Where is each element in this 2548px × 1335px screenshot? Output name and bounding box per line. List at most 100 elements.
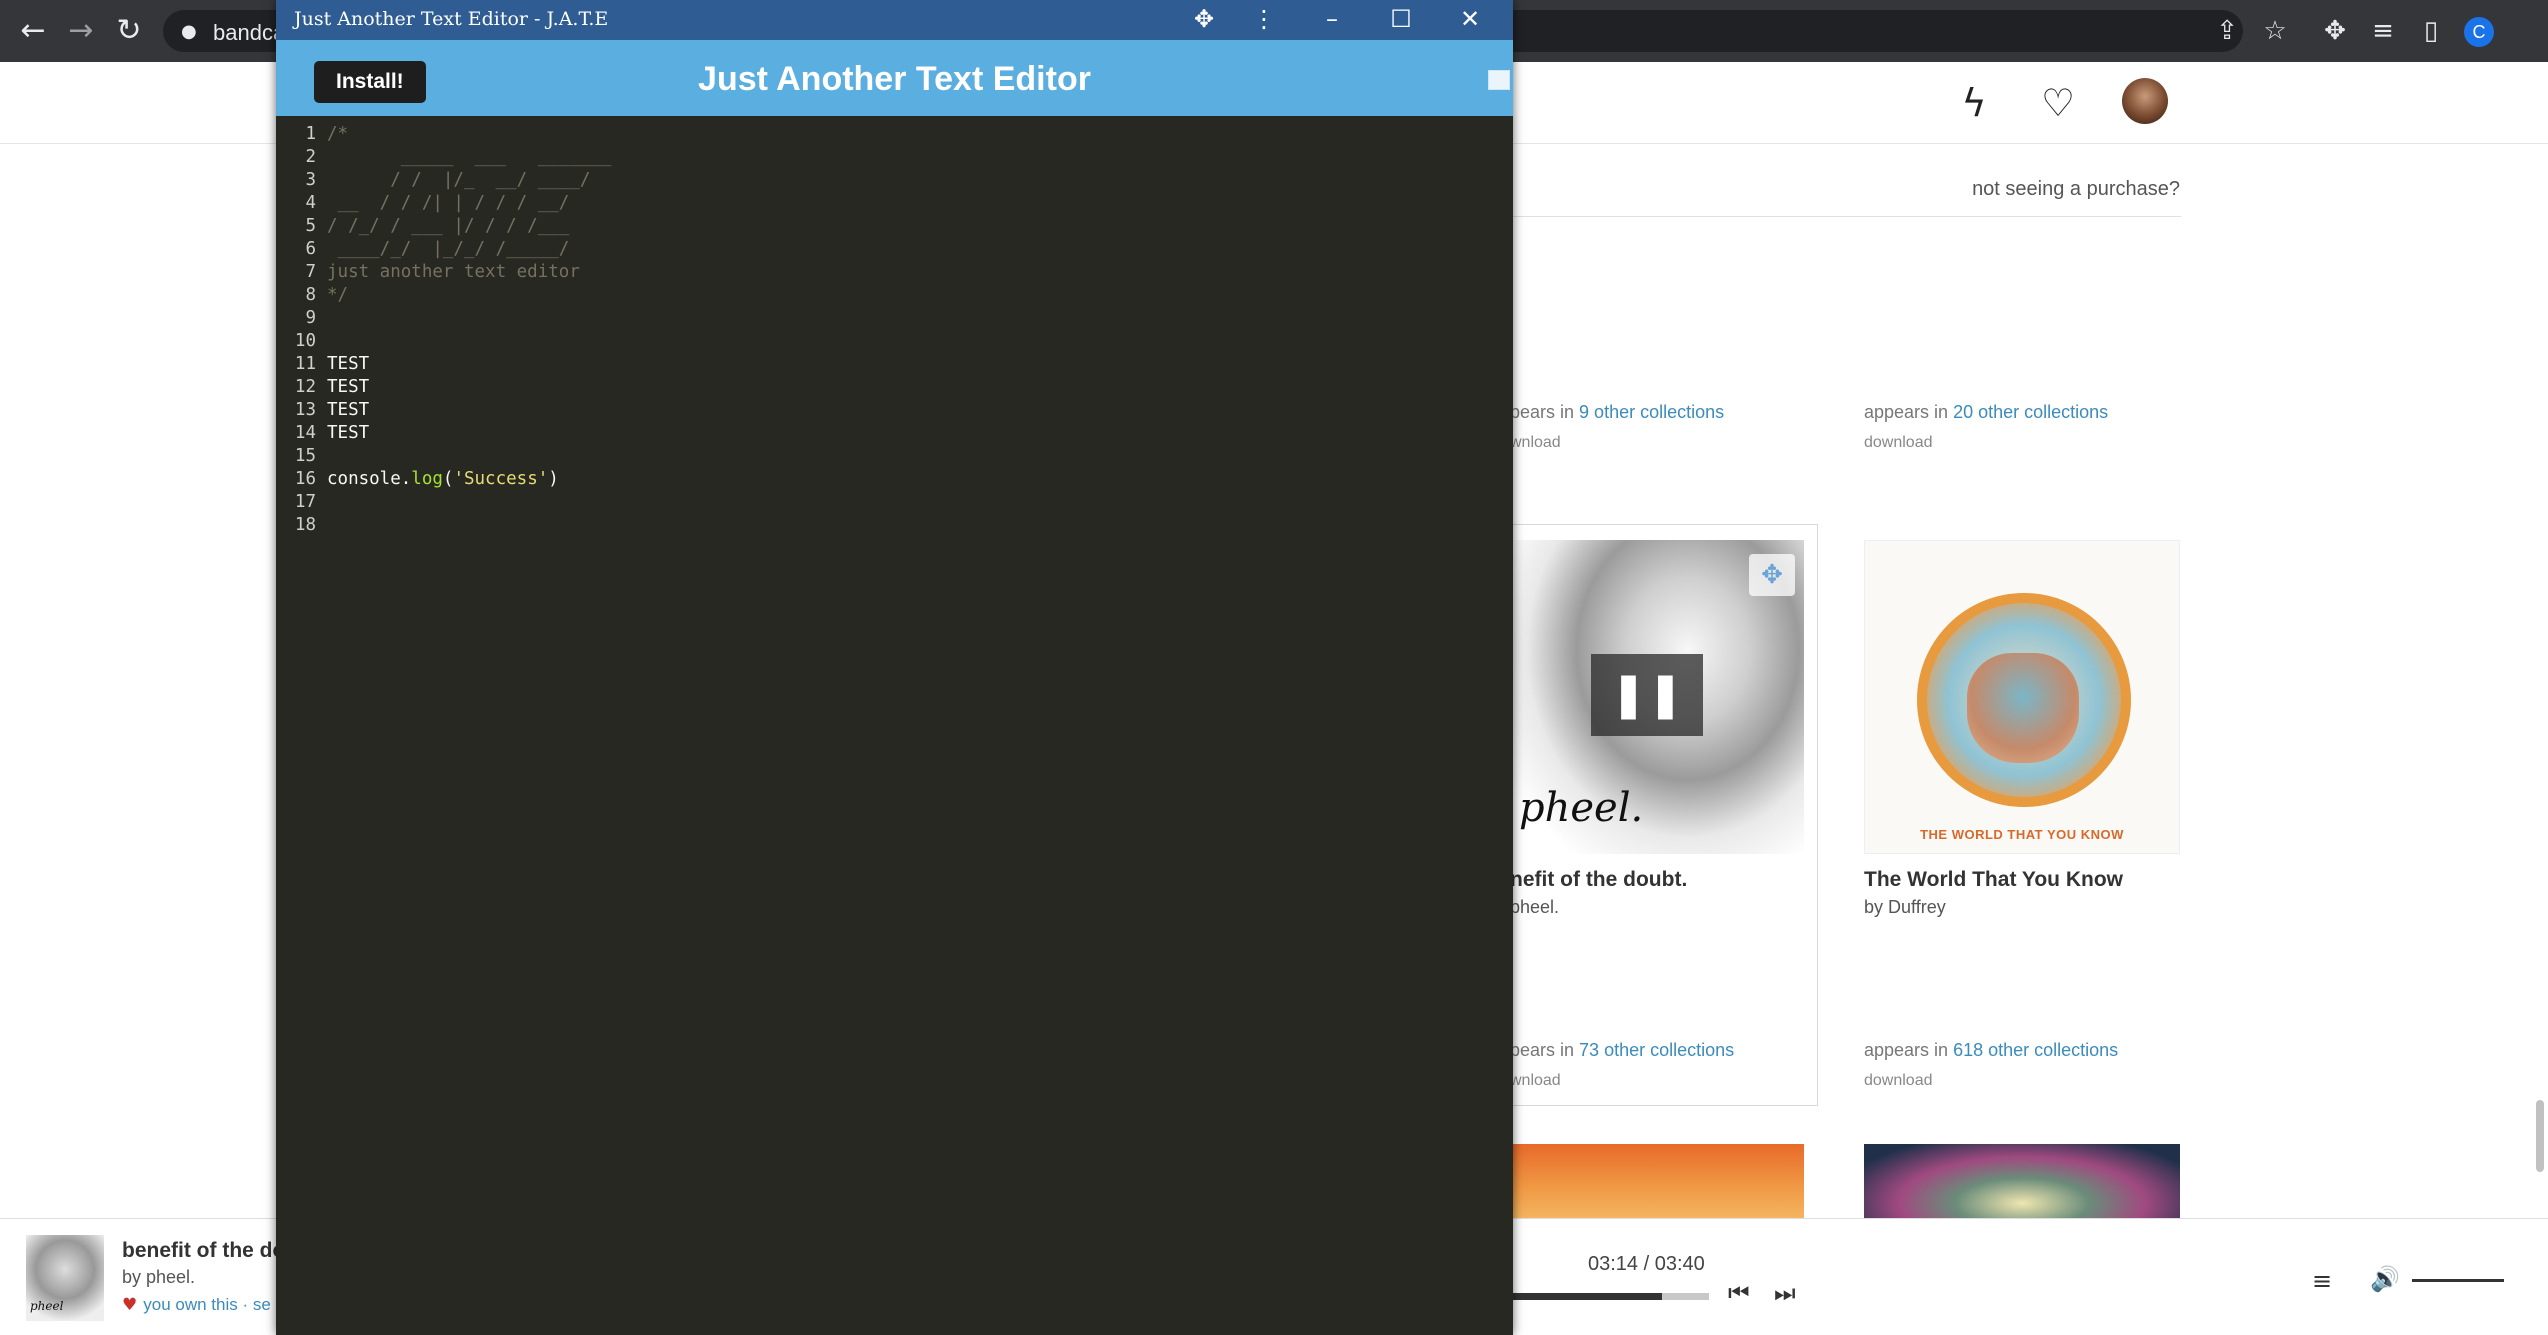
broken-image-icon — [1488, 70, 1510, 90]
line-number: 5 — [305, 216, 316, 236]
appears-in-text: pears in 9 other collections — [1510, 402, 1725, 422]
now-playing-artist[interactable]: by pheel. — [122, 1267, 195, 1288]
user-avatar[interactable] — [2122, 78, 2168, 124]
window-title: Just Another Text Editor - J.A.T.E — [294, 8, 609, 30]
progress-fill — [1505, 1293, 1663, 1300]
cover-text: pheel — [30, 1299, 64, 1313]
appears-in-text: appears in 618 other collections — [1864, 1040, 2119, 1060]
divider — [1505, 216, 2181, 217]
album-cover[interactable] — [1513, 1144, 1804, 1218]
next-track-icon[interactable]: ⏭ — [1774, 1279, 1796, 1307]
maximize-icon[interactable]: ☐ — [1379, 2, 1423, 36]
own-status[interactable]: ♥ you own this · se — [122, 1295, 271, 1315]
line-number: 10 — [294, 331, 316, 351]
line-number: 3 — [305, 170, 316, 190]
previous-track-icon[interactable]: ⏮ — [1728, 1279, 1750, 1307]
line-code: just another text editor — [327, 262, 580, 282]
line-code: /* — [327, 124, 349, 144]
line-number: 6 — [305, 239, 316, 259]
line-number: 18 — [294, 515, 316, 535]
pause-icon[interactable]: ❚❚ — [1591, 654, 1703, 736]
line-code: / / |/_ __/ ____/ — [327, 170, 591, 190]
share-icon[interactable]: ⇪ — [2210, 14, 2244, 48]
back-arrow-icon[interactable]: ← — [16, 14, 50, 48]
move-icon[interactable]: ✥ — [1749, 554, 1795, 596]
line-number: 15 — [294, 446, 316, 466]
line-number: 11 — [294, 354, 316, 374]
collections-link[interactable]: 618 other collections — [1953, 1040, 2118, 1060]
album-artist[interactable]: by Duffrey — [1864, 897, 1946, 918]
line-code: _____ ___ _______ — [327, 147, 612, 167]
queue-icon[interactable]: ≡ — [2312, 1267, 2332, 1295]
forward-arrow-icon[interactable]: → — [64, 14, 98, 48]
profile-avatar[interactable]: C — [2464, 17, 2494, 47]
volume-icon[interactable]: 🔊 — [2370, 1265, 2400, 1293]
app-header: Just Another Text Editor Install! — [276, 40, 1513, 116]
appears-in-text: appears in 20 other collections — [1864, 402, 2109, 422]
playback-time: 03:14 / 03:40 — [1588, 1253, 1705, 1275]
line-code: TEST — [327, 423, 370, 443]
line-code: console.log('Success') — [327, 468, 559, 491]
line-number: 7 — [305, 262, 316, 282]
cover-text: THE WORLD THAT YOU KNOW — [1920, 827, 2124, 842]
collections-link[interactable]: 73 other collections — [1579, 1040, 1734, 1060]
progress-bar[interactable] — [1505, 1293, 1709, 1300]
line-number: 13 — [294, 400, 316, 420]
line-number: 8 — [305, 285, 316, 305]
puzzle-icon[interactable]: ✥ — [1182, 2, 1226, 36]
line-code: */ — [327, 285, 349, 305]
close-icon[interactable]: ✕ — [1448, 2, 1492, 36]
collections-link[interactable]: 20 other collections — [1953, 402, 2108, 422]
code-token: log — [411, 469, 443, 489]
collections-link[interactable]: 9 other collections — [1579, 402, 1724, 422]
appears-in-text: pears in 73 other collections — [1510, 1040, 1735, 1060]
album-title[interactable]: The World That You Know — [1864, 868, 2123, 892]
star-icon[interactable]: ☆ — [2258, 14, 2292, 48]
line-number: 2 — [305, 147, 316, 167]
code-token: 'Success' — [453, 469, 549, 489]
album-title[interactable]: nefit of the doubt. — [1510, 868, 1687, 892]
address-text[interactable]: bandca — [213, 20, 285, 46]
line-code: TEST — [327, 354, 370, 374]
download-link[interactable]: download — [1864, 434, 1933, 452]
code-token: console. — [327, 469, 412, 489]
line-code: / /_/ / ___ |/ / / /___ — [327, 216, 570, 236]
album-cover[interactable] — [1864, 1144, 2180, 1218]
line-code: __ / / /| | / / / __/ — [327, 193, 570, 213]
line-number: 17 — [294, 492, 316, 512]
app-heading: Just Another Text Editor — [698, 60, 1091, 98]
now-playing-title[interactable]: benefit of the do — [122, 1239, 285, 1263]
kebab-menu-icon[interactable]: ⋮ — [1242, 2, 1286, 36]
lightning-icon[interactable]: ϟ — [1951, 80, 1997, 126]
now-playing-cover[interactable]: pheel — [26, 1235, 104, 1321]
download-link[interactable]: wnload — [1510, 434, 1561, 452]
heart-icon[interactable]: ♡ — [2035, 80, 2081, 126]
media-queue-icon[interactable]: ≡ — [2366, 14, 2400, 48]
album-artist[interactable]: pheel. — [1510, 897, 1559, 918]
album-cover[interactable]: THE WORLD THAT YOU KNOW — [1864, 540, 2180, 854]
side-panel-icon[interactable]: ▯ — [2414, 14, 2448, 48]
line-code: TEST — [327, 400, 370, 420]
heart-filled-icon: ♥ — [122, 1295, 138, 1315]
not-seeing-purchase-link[interactable]: not seeing a purchase? — [1972, 178, 2180, 201]
line-number: 9 — [305, 308, 316, 328]
code-editor[interactable]: 1 /* 2 _____ ___ _______ 3 / / |/_ __/ ____… — [276, 116, 1513, 1335]
minimize-icon[interactable]: – — [1310, 2, 1354, 36]
code-token: ( — [442, 469, 454, 489]
install-button[interactable]: Install! — [314, 61, 426, 103]
line-number: 16 — [294, 469, 316, 489]
puzzle-icon[interactable]: ✥ — [2318, 14, 2352, 48]
line-number: 14 — [294, 423, 316, 443]
line-number: 4 — [305, 193, 316, 213]
download-link[interactable]: download — [1864, 1072, 1933, 1090]
download-link[interactable]: wnload — [1510, 1072, 1561, 1090]
volume-slider[interactable] — [2412, 1279, 2504, 1282]
window-titlebar: Just Another Text Editor - J.A.T.E ✥ ⋮ –… — [276, 0, 1513, 40]
scrollbar-thumb[interactable] — [2536, 1100, 2544, 1172]
screen: ← → ↻ ● bandca ⇪ ☆ ✥ ≡ ▯ C ϟ ♡ not seein… — [0, 0, 2548, 1335]
line-number: 12 — [294, 377, 316, 397]
line-number: 1 — [305, 124, 316, 144]
reload-icon[interactable]: ↻ — [112, 14, 146, 48]
cover-art-hands — [1967, 653, 2079, 763]
jate-app-window: Just Another Text Editor - J.A.T.E ✥ ⋮ –… — [276, 0, 1513, 1335]
